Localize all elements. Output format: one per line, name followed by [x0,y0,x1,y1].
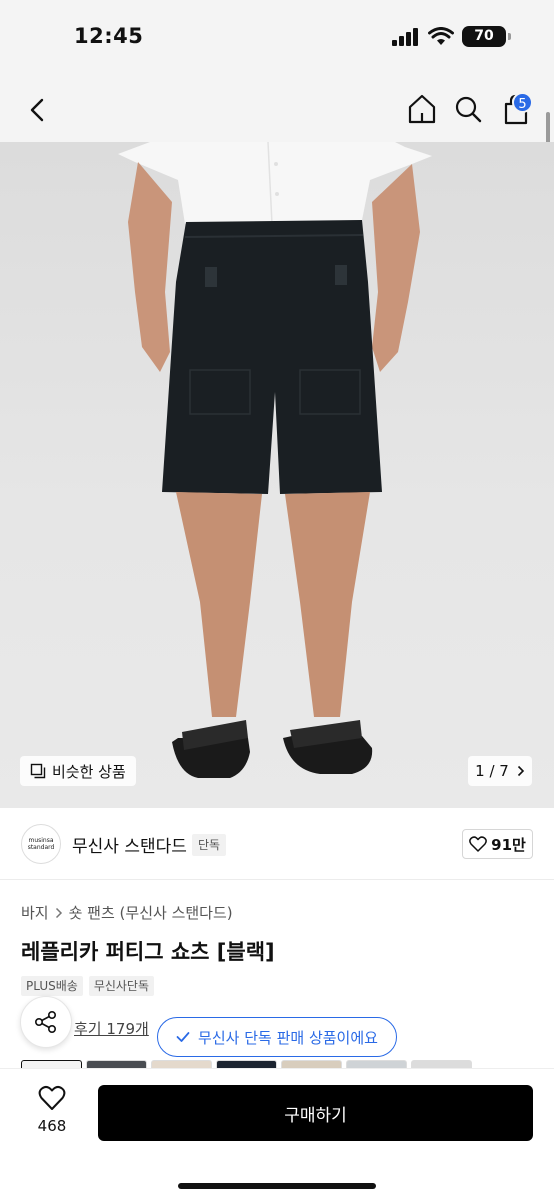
similar-products-button[interactable]: 비슷한 상품 [20,756,136,786]
signal-icon [392,27,418,46]
chevron-right-icon [517,765,524,777]
wishlist-button[interactable]: 468 [24,1085,80,1135]
exclusive-sale-label: 무신사 단독 판매 상품이에요 [198,1028,378,1047]
brand-logo[interactable]: musinsa standard [21,824,61,864]
share-icon [34,1010,57,1033]
tag-musinsa-exclusive: 무신사단독 [88,976,155,996]
check-icon [176,1032,190,1042]
breadcrumb-item-subcategory[interactable]: 숏 팬츠 (무신사 스탠다드) [69,902,233,923]
brand-logo-line2: standard [27,844,55,851]
color-thumbnail[interactable] [216,1060,277,1068]
image-counter: 1 / 7 [475,762,509,780]
status-time: 12:45 [74,24,144,48]
similar-items-icon [30,763,46,779]
chevron-right-icon [55,907,62,918]
product-image[interactable] [0,142,554,808]
status-icons: 70 [392,26,511,47]
heart-icon [469,836,488,852]
color-thumbnail[interactable] [411,1060,472,1068]
brand-like-button[interactable]: 91만 [462,829,533,859]
color-thumbnail[interactable] [151,1060,212,1068]
brand-name[interactable]: 무신사 스탠다드 [72,832,187,857]
home-icon[interactable] [406,92,438,126]
buy-button[interactable]: 구매하기 [98,1085,533,1141]
color-thumbnails [21,1060,472,1068]
exclusive-sale-banner[interactable]: 무신사 단독 판매 상품이에요 [157,1017,397,1057]
wishlist-count: 468 [37,1117,67,1135]
tag-plus-delivery: PLUS배송 [21,976,83,996]
model-wearing-shorts-illustration [118,142,432,778]
brand-row: musinsa standard 무신사 스탠다드 단독 91만 [0,808,554,880]
similar-products-label: 비슷한 상품 [52,762,126,781]
search-icon[interactable] [452,92,484,126]
back-icon[interactable] [24,92,54,128]
product-tags: PLUS배송 무신사단독 [21,976,155,996]
status-bar: 12:45 70 [0,0,554,78]
color-thumbnail[interactable] [346,1060,407,1068]
color-thumbnail[interactable] [86,1060,147,1068]
color-thumbnail[interactable] [281,1060,342,1068]
brand-exclusive-tag: 단독 [192,834,227,856]
bottom-purchase-bar: 468 구매하기 [0,1068,554,1200]
breadcrumb: 바지 숏 팬츠 (무신사 스탠다드) [21,902,233,923]
wifi-icon [428,27,454,45]
home-indicator [178,1183,376,1189]
product-title: 레플리카 퍼티그 쇼츠 [블랙] [21,940,275,964]
brand-like-count: 91만 [491,835,526,854]
share-button[interactable] [20,996,72,1048]
image-counter-button[interactable]: 1 / 7 [468,756,532,786]
battery-icon: 70 [462,26,511,47]
color-thumbnail[interactable] [21,1060,82,1068]
breadcrumb-item-category[interactable]: 바지 [21,902,49,923]
cart-count-badge: 5 [512,92,533,113]
brand-logo-line1: musinsa [28,837,54,844]
heart-icon [38,1085,66,1110]
reviews-link[interactable]: 후기 179개 [74,1018,149,1039]
nav-bar [0,78,554,142]
